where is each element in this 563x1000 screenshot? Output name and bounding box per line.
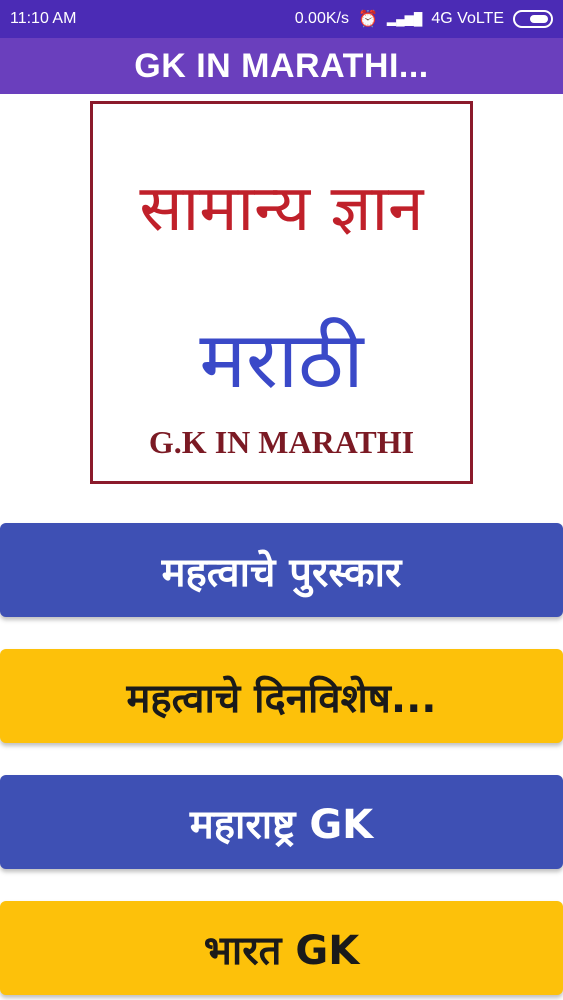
signal-icon: ▂▄▆█	[386, 12, 423, 26]
status-time: 11:10 AM	[10, 10, 77, 27]
network-type: 4G VoLTE	[431, 10, 504, 27]
banner-subtitle-marathi: मराठी	[199, 316, 364, 406]
india-gk-button[interactable]: भारत GK	[0, 901, 563, 995]
status-icons: 0.00K/s ⏰ ▂▄▆█ 4G VoLTE	[295, 9, 553, 29]
india-gk-button-label: भारत GK	[203, 927, 360, 974]
network-speed: 0.00K/s	[294, 10, 349, 27]
awards-button[interactable]: महत्वाचे पुरस्कार	[0, 523, 563, 617]
important-days-button-label: महत्वाचे दिनविशेष...	[126, 675, 437, 722]
banner-image: सामान्य ज्ञान मराठी G.K IN MARATHI	[90, 101, 473, 484]
banner-title-marathi: सामान्य ज्ञान	[139, 172, 424, 246]
maharashtra-gk-button[interactable]: महाराष्ट्र GK	[0, 775, 563, 869]
app-title: GK IN MARATHI...	[134, 46, 429, 85]
battery-icon	[513, 10, 553, 28]
awards-button-label: महत्वाचे पुरस्कार	[161, 549, 402, 596]
important-days-button[interactable]: महत्वाचे दिनविशेष...	[0, 649, 563, 743]
maharashtra-gk-button-label: महाराष्ट्र GK	[189, 801, 374, 848]
status-bar: 11:10 AM 0.00K/s ⏰ ▂▄▆█ 4G VoLTE	[0, 0, 563, 38]
banner-caption-english: G.K IN MARATHI	[148, 424, 415, 460]
alarm-icon: ⏰	[357, 11, 378, 28]
app-bar: GK IN MARATHI...	[0, 38, 563, 94]
